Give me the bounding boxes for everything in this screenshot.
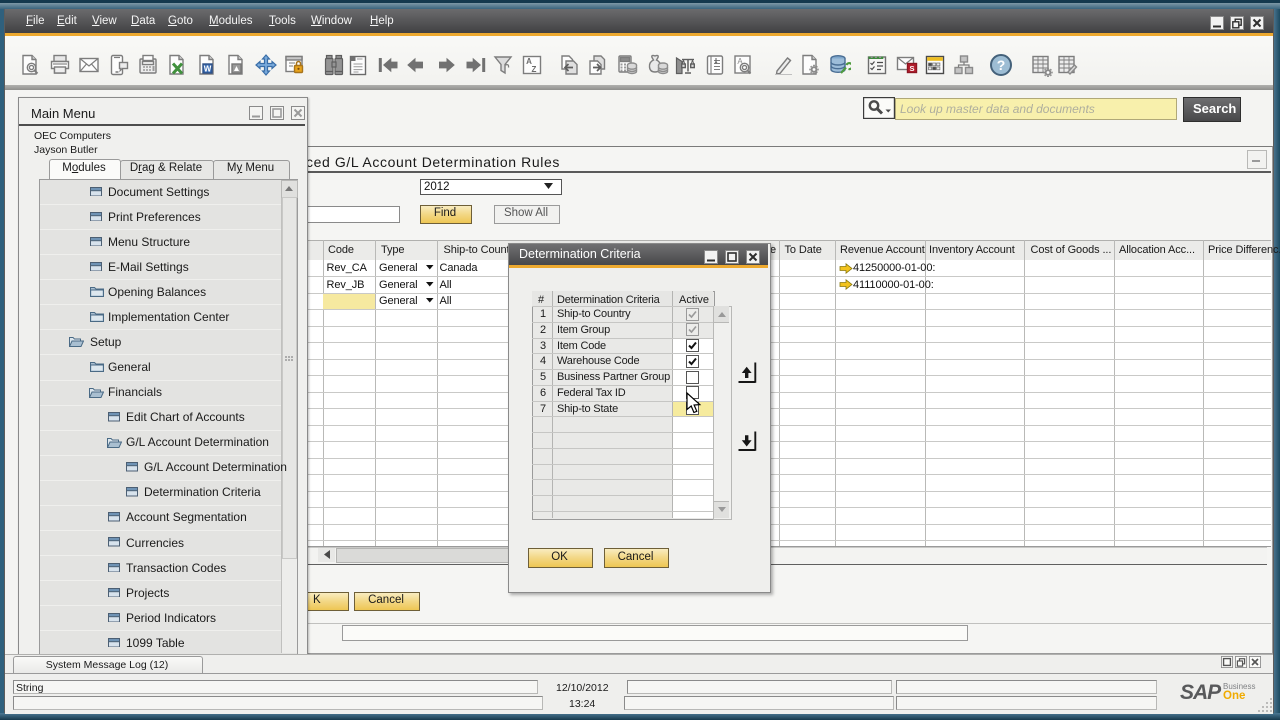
svg-text:S: S [909, 64, 914, 73]
svg-text:Z: Z [532, 65, 537, 74]
svg-text:?: ? [997, 57, 1006, 73]
svg-text:W: W [204, 65, 212, 74]
